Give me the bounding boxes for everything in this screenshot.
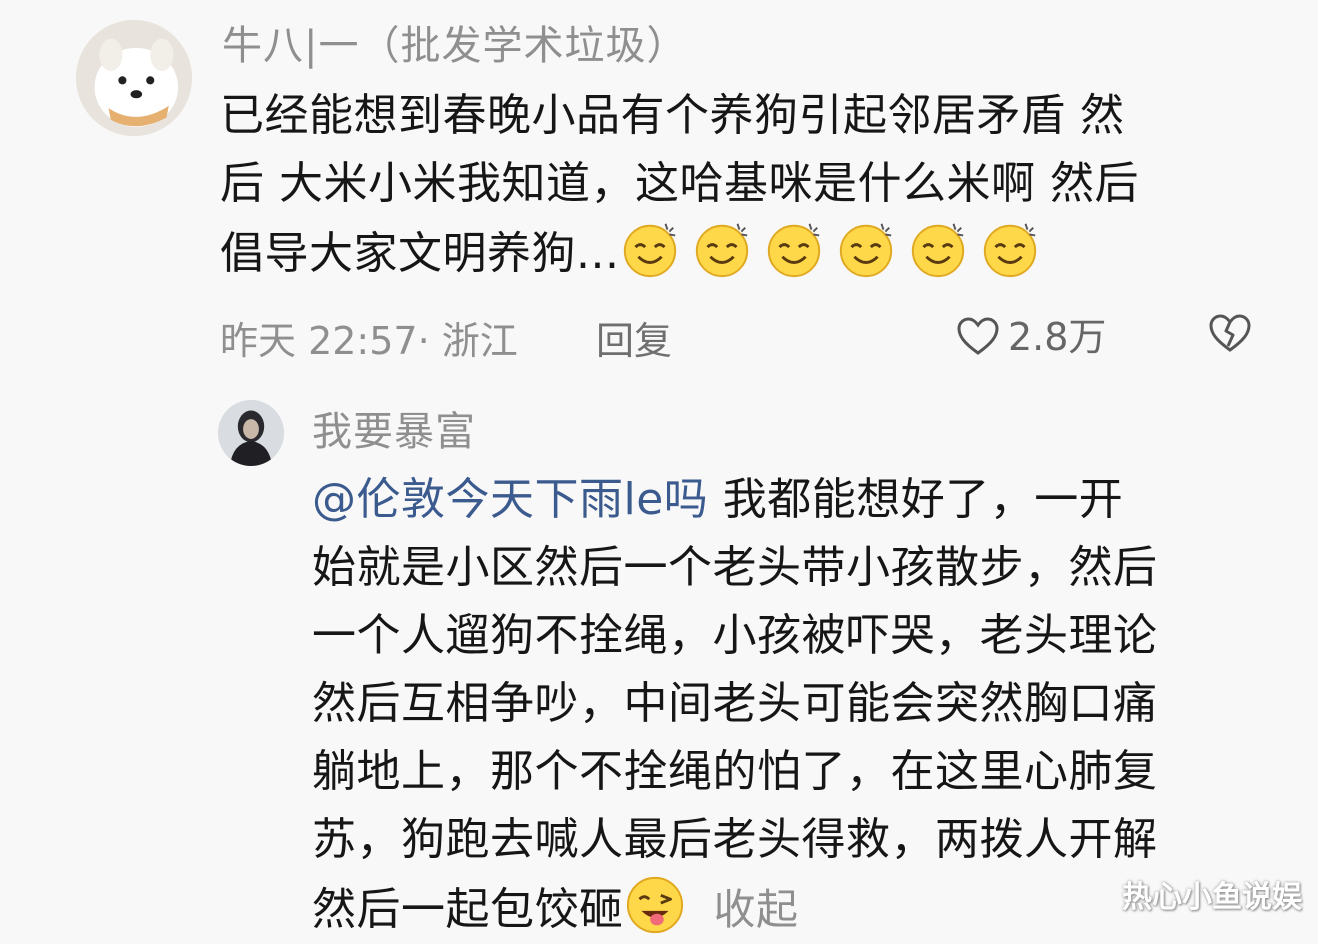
- proud-smile-emoji: [979, 218, 1041, 280]
- timestamp-location: 昨天 22:57· 浙江: [220, 319, 518, 363]
- like-button[interactable]: 2.8万: [956, 306, 1107, 359]
- proud-smile-emoji: [835, 218, 897, 280]
- collapse-button[interactable]: 收起: [714, 885, 799, 934]
- comment-line: 倡导大家文明养狗...: [220, 228, 620, 279]
- portrait-avatar-image: [218, 400, 284, 466]
- proud-smile-emoji: [619, 218, 681, 280]
- reply-line: 一个人遛狗不拴绳，小孩被吓哭，老头理论: [312, 610, 1158, 661]
- comment-meta-row: 昨天 22:57· 浙江 回复 2.8万: [220, 306, 1260, 363]
- heart-outline-icon: [957, 317, 999, 355]
- watermark: 热心小鱼说娱: [1122, 880, 1302, 915]
- proud-smile-emoji: [907, 218, 969, 280]
- comment-line: 后 大米小米我知道，这哈基咪是什么米啊 然后: [220, 158, 1139, 209]
- proud-smile-emoji: [691, 218, 753, 280]
- like-count: 2.8万: [1008, 315, 1107, 359]
- reply-line: 躺地上，那个不拴绳的怕了，在这里心肺复: [312, 746, 1158, 797]
- reply-line: 然后一起包饺砸: [312, 884, 624, 935]
- emoji-row: [619, 223, 1051, 279]
- comment-line: 已经能想到春晚小品有个养狗引起邻居矛盾 然: [220, 90, 1125, 141]
- commenter-avatar[interactable]: [76, 20, 192, 136]
- commenter-username[interactable]: 牛八|一（批发学术垃圾）: [222, 26, 687, 66]
- reply-line: 苏，狗跑去喊人最后老头得救，两拨人开解: [312, 814, 1158, 865]
- reply-line: 然后互相争吵，中间老头可能会突然胸口痛: [312, 678, 1158, 729]
- mention-link[interactable]: @伦敦今天下雨le吗: [312, 474, 708, 525]
- reply-line: 始就是小区然后一个老头带小孩散步，然后: [312, 542, 1158, 593]
- reply-first-line: @伦敦今天下雨le吗 我都能想好了，一开: [312, 466, 1272, 534]
- comment-body: 已经能想到春晚小品有个养狗引起邻居矛盾 然 后 大米小米我知道，这哈基咪是什么米…: [220, 82, 1280, 286]
- reply-body: @伦敦今天下雨le吗 我都能想好了，一开 始就是小区然后一个老头带小孩散步，然后…: [312, 466, 1272, 942]
- comment-line-with-emojis: 倡导大家文明养狗...: [220, 218, 1280, 286]
- reply-button[interactable]: 回复: [596, 310, 672, 365]
- proud-smile-emoji: [763, 218, 825, 280]
- reply-text: 我都能想好了，一开: [708, 474, 1124, 525]
- replier-avatar[interactable]: [218, 400, 284, 466]
- replier-username[interactable]: 我要暴富: [312, 412, 476, 452]
- samoyed-avatar-image: [76, 20, 192, 136]
- broken-heart-icon[interactable]: [1208, 312, 1252, 354]
- wink-tongue-emoji: [624, 874, 686, 936]
